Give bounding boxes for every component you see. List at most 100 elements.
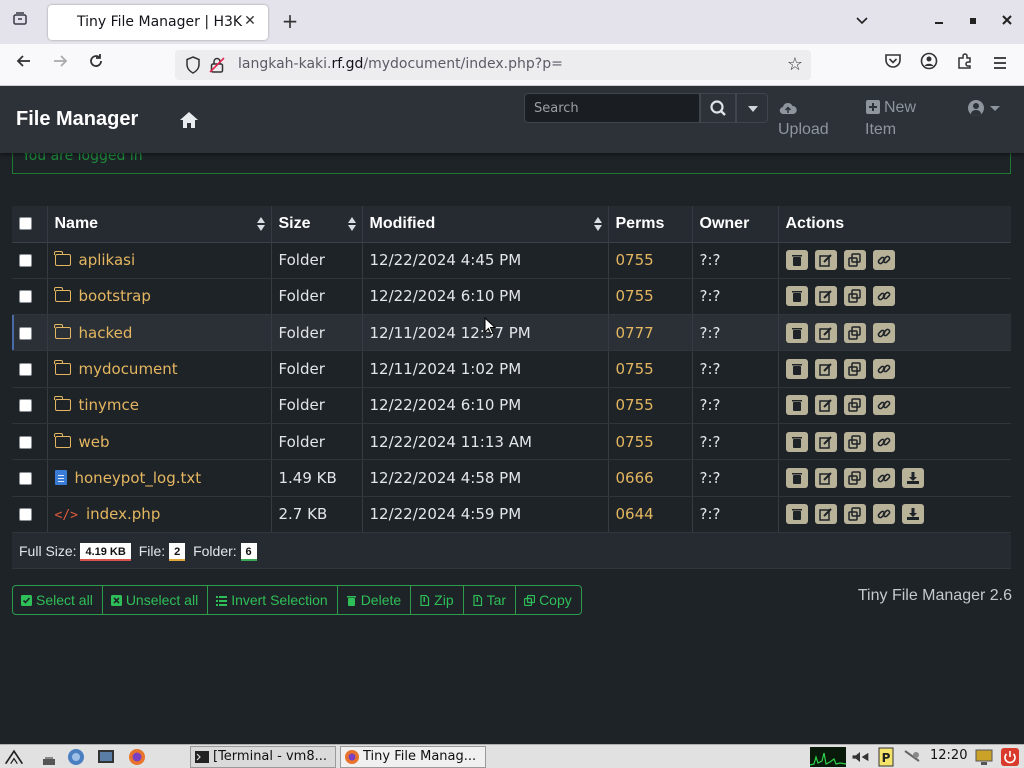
minimize-icon[interactable] — [927, 10, 951, 34]
delete-icon[interactable] — [785, 322, 808, 343]
select-all-checkbox[interactable] — [19, 217, 32, 231]
tar-button[interactable]: Tar — [464, 586, 517, 614]
plus-square-icon[interactable] — [866, 100, 880, 114]
delete-icon[interactable] — [785, 504, 808, 525]
insecure-lock-icon[interactable] — [209, 56, 225, 74]
table-row[interactable]: bootstrap Folder 12/22/2024 6:10 PM 0755?:? — [12, 278, 1011, 316]
invert-selection-button[interactable]: Invert Selection — [208, 586, 338, 614]
new-tab-icon[interactable]: + — [278, 10, 302, 34]
select-all-button[interactable]: Select all — [13, 586, 103, 614]
tab-close-icon[interactable]: ✕ — [240, 11, 260, 31]
back-icon[interactable] — [11, 52, 37, 78]
window-close-icon[interactable] — [995, 10, 1019, 34]
download-icon[interactable] — [901, 467, 924, 488]
new-item-link[interactable]: New — [884, 96, 916, 119]
rename-icon[interactable] — [814, 504, 837, 525]
row-checkbox[interactable] — [19, 435, 32, 449]
rename-icon[interactable] — [814, 359, 837, 380]
menu-icon[interactable] — [987, 52, 1013, 78]
table-row[interactable]: </> index.php 2.7 KB 12/22/2024 4:59 PM 0644… — [12, 496, 1011, 533]
table-row[interactable]: hacked Folder 12/11/2024 12:57 PM 0777?:? — [12, 314, 1011, 352]
home-icon[interactable] — [179, 111, 199, 129]
table-row[interactable]: tinymce Folder 12/22/2024 6:10 PM 0755?:? — [12, 387, 1011, 424]
col-size-header[interactable]: Size — [271, 206, 363, 243]
perms-link[interactable]: 0777 — [616, 324, 654, 342]
delete-icon[interactable] — [785, 431, 808, 452]
tab-list-icon[interactable] — [8, 10, 32, 34]
sort-icon[interactable] — [593, 217, 602, 231]
rename-icon[interactable] — [814, 467, 837, 488]
user-circle-icon[interactable] — [968, 100, 984, 116]
copy-icon[interactable] — [843, 431, 866, 452]
bookmark-star-icon[interactable]: ☆ — [787, 54, 803, 75]
sort-icon[interactable] — [347, 217, 356, 231]
taskbar-browser-task[interactable]: Tiny File Manag... — [340, 746, 486, 768]
copy-button[interactable]: Copy — [516, 586, 581, 614]
perms-link[interactable]: 0755 — [616, 396, 654, 414]
file-name-link[interactable]: index.php — [86, 505, 160, 523]
volume-icon[interactable] — [850, 747, 870, 767]
link-icon[interactable] — [872, 504, 895, 525]
file-name-link[interactable]: hacked — [79, 324, 133, 342]
table-row[interactable]: mydocument Folder 12/11/2024 1:02 PM 0755?:… — [12, 350, 1011, 388]
extensions-icon[interactable] — [952, 52, 978, 78]
rename-icon[interactable] — [814, 286, 837, 307]
link-icon[interactable] — [872, 431, 895, 452]
rename-icon[interactable] — [814, 322, 837, 343]
perms-link[interactable]: 0755 — [616, 251, 654, 269]
user-menu-caret-icon[interactable] — [990, 106, 1000, 111]
copy-icon[interactable] — [843, 322, 866, 343]
terminal-launcher-icon[interactable] — [96, 747, 116, 767]
account-icon[interactable] — [916, 52, 942, 78]
row-checkbox[interactable] — [19, 508, 32, 522]
sort-icon[interactable] — [256, 217, 265, 231]
perms-link[interactable]: 0755 — [616, 360, 654, 378]
new-item-link-line2[interactable]: Item — [865, 118, 896, 141]
table-row[interactable]: aplikasi Folder 12/22/2024 4:45 PM 0755?:? — [12, 242, 1011, 279]
firefox-launcher-icon[interactable] — [127, 747, 147, 767]
tracking-shield-icon[interactable] — [185, 56, 201, 74]
select-all-header[interactable] — [12, 206, 48, 243]
maximize-icon[interactable] — [961, 10, 985, 34]
upload-link[interactable]: Upload — [778, 118, 829, 141]
copy-icon[interactable] — [843, 467, 866, 488]
link-icon[interactable] — [872, 286, 895, 307]
copy-icon[interactable] — [843, 250, 866, 271]
url-bar[interactable]: langkah-kaki.rf.gd/mydocument/index.php?… — [175, 50, 811, 80]
forward-icon[interactable] — [47, 52, 73, 78]
perms-link[interactable]: 0666 — [616, 469, 654, 487]
row-checkbox[interactable] — [19, 254, 32, 268]
list-all-tabs-icon[interactable] — [850, 10, 874, 34]
row-checkbox[interactable] — [19, 471, 32, 485]
file-name-link[interactable]: bootstrap — [79, 287, 151, 305]
system-menu-icon[interactable] — [4, 747, 24, 767]
perms-link[interactable]: 0755 — [616, 433, 654, 451]
file-name-link[interactable]: tinymce — [79, 396, 140, 414]
parcellite-clipboard-icon[interactable]: P — [876, 747, 896, 767]
search-options-dropdown[interactable] — [736, 93, 768, 123]
power-icon[interactable] — [1000, 747, 1020, 767]
row-checkbox[interactable] — [19, 326, 32, 340]
taskbar-terminal-task[interactable]: [Terminal - vm8... — [190, 746, 336, 768]
row-checkbox[interactable] — [19, 290, 32, 304]
table-row[interactable]: honeypot_log.txt 1.49 KB 12/22/2024 4:58 P… — [12, 459, 1011, 497]
col-name-header[interactable]: Name — [47, 206, 272, 243]
pocket-icon[interactable] — [880, 52, 906, 78]
row-checkbox[interactable] — [19, 399, 32, 413]
network-icon[interactable] — [902, 747, 922, 767]
link-icon[interactable] — [872, 250, 895, 271]
reload-icon[interactable] — [83, 52, 109, 78]
delete-icon[interactable] — [785, 250, 808, 271]
download-icon[interactable] — [901, 504, 924, 525]
file-name-link[interactable]: web — [79, 433, 110, 451]
link-icon[interactable] — [872, 395, 895, 416]
delete-icon[interactable] — [785, 395, 808, 416]
link-icon[interactable] — [872, 467, 895, 488]
cloud-upload-icon[interactable] — [779, 100, 797, 115]
search-input[interactable] — [525, 94, 699, 122]
taskbar-clock[interactable]: 12:20 — [930, 748, 967, 763]
perms-link[interactable]: 0644 — [616, 505, 654, 523]
rename-icon[interactable] — [814, 431, 837, 452]
app-brand[interactable]: File Manager — [16, 108, 138, 131]
zip-button[interactable]: Zip — [411, 586, 464, 614]
